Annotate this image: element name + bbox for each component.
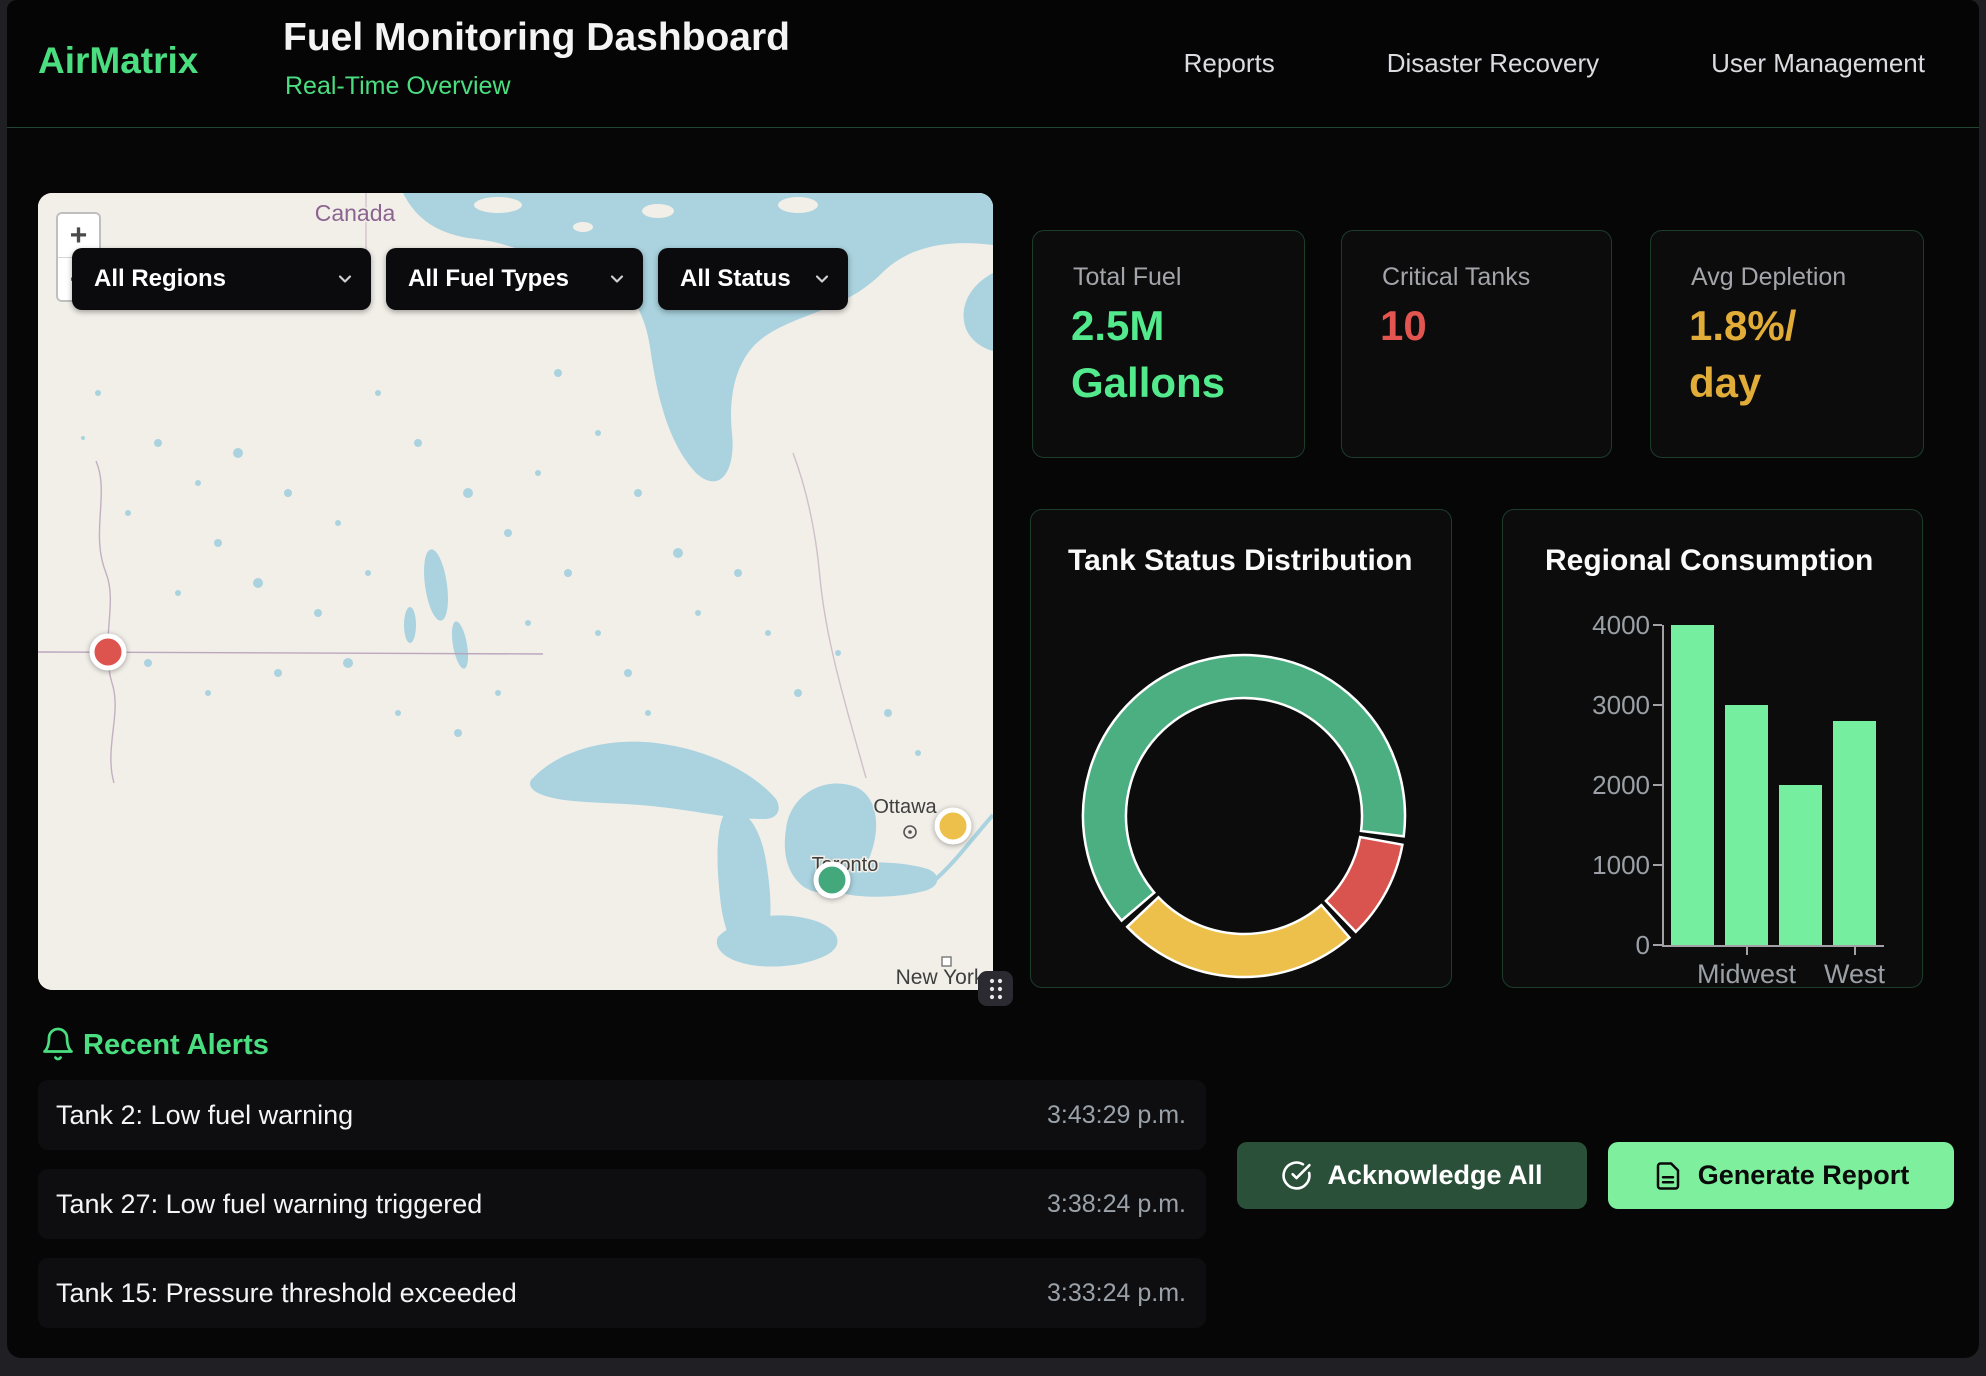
y-tick-mark [1653,864,1662,866]
recent-alerts-title: Recent Alerts [83,1029,269,1062]
stat-value: 2.5MGallons [1071,297,1225,411]
alert-text: Tank 15: Pressure threshold exceeded [56,1278,517,1309]
alert-timestamp: 3:38:24 p.m. [1047,1190,1186,1219]
x-tick-label: West [1785,959,1925,990]
tank-marker-warning[interactable] [937,810,969,842]
alert-text: Tank 2: Low fuel warning [56,1100,353,1131]
brand-logo: AirMatrix [38,40,198,82]
map-label-ottawa: Ottawa [873,796,937,818]
resize-grip-handle[interactable] [978,971,1013,1006]
map-town-symbol-new-york [942,957,951,966]
regional-consumption-card: Regional Consumption 01000200030004000Mi… [1502,509,1923,988]
check-circle-icon [1281,1160,1312,1191]
y-tick-mark [1653,624,1662,626]
map-filters: All Regions All Fuel Types All Status [72,248,848,310]
x-tick-mark [1746,947,1748,955]
alert-row[interactable]: Tank 15: Pressure threshold exceeded 3:3… [38,1258,1206,1328]
acknowledge-all-button[interactable]: Acknowledge All [1237,1142,1587,1209]
chevron-down-icon [812,269,832,289]
alert-timestamp: 3:33:24 p.m. [1047,1279,1186,1308]
stat-label: Total Fuel [1073,263,1181,292]
bar-series-1 [1671,625,1714,945]
y-tick-label: 2000 [1554,770,1650,801]
tank-marker-normal[interactable] [816,864,848,896]
alert-timestamp: 3:43:29 p.m. [1047,1101,1186,1130]
fuel-type-filter-value: All Fuel Types [408,265,569,293]
nav-user-management[interactable]: User Management [1711,48,1925,79]
bar-Midwest [1725,705,1768,945]
stat-card-avg-depletion: Avg Depletion 1.8%/day [1650,230,1924,458]
bar-West [1833,721,1876,945]
donut-segment-warning [1127,897,1349,977]
alert-row[interactable]: Tank 27: Low fuel warning triggered 3:38… [38,1169,1206,1239]
generate-report-label: Generate Report [1698,1160,1910,1191]
stat-value: 10 [1380,297,1427,354]
alert-text: Tank 27: Low fuel warning triggered [56,1189,482,1220]
chevron-down-icon [607,269,627,289]
bar-series-3 [1779,785,1822,945]
nav-disaster-recovery[interactable]: Disaster Recovery [1387,48,1599,79]
file-text-icon [1653,1161,1683,1191]
y-tick-label: 1000 [1554,850,1650,881]
x-tick-mark [1854,947,1856,955]
alert-row[interactable]: Tank 2: Low fuel warning 3:43:29 p.m. [38,1080,1206,1150]
map-label-country: Canada [315,200,396,226]
map-canvas: Canada Ottawa Toronto New York [38,193,993,990]
stat-card-critical-tanks: Critical Tanks 10 [1341,230,1612,458]
generate-report-button[interactable]: Generate Report [1608,1142,1954,1209]
y-tick-label: 3000 [1554,690,1650,721]
stat-value: 1.8%/day [1689,297,1796,411]
grip-dots-icon [986,976,1006,1002]
stat-label: Critical Tanks [1382,263,1530,292]
y-tick-mark [1653,704,1662,706]
header: AirMatrix Fuel Monitoring Dashboard Real… [7,0,1979,128]
region-filter-value: All Regions [94,265,226,293]
acknowledge-all-label: Acknowledge All [1327,1160,1542,1191]
y-axis-line [1662,625,1664,947]
map-label-new-york: New York [896,966,985,989]
map-island [474,197,522,213]
y-tick-label: 4000 [1554,610,1650,641]
tank-status-donut-chart [1031,510,1453,989]
tank-marker-critical[interactable] [92,636,124,668]
map-panel[interactable]: Canada Ottawa Toronto New York + − All R… [38,193,993,990]
y-tick-label: 0 [1554,930,1650,961]
bell-icon [40,1026,76,1062]
map-island [778,197,818,213]
stat-label: Avg Depletion [1691,263,1846,292]
nav-reports[interactable]: Reports [1184,48,1275,79]
map-island [573,222,593,232]
page-subtitle: Real-Time Overview [285,72,511,101]
donut-segment-critical [1326,837,1403,932]
y-tick-mark [1653,944,1662,946]
x-axis-line [1662,945,1884,947]
chevron-down-icon [335,269,355,289]
dashboard-window: AirMatrix Fuel Monitoring Dashboard Real… [7,0,1979,1358]
page-title: Fuel Monitoring Dashboard [283,16,790,60]
stat-card-total-fuel: Total Fuel 2.5MGallons [1032,230,1305,458]
fuel-type-filter-dropdown[interactable]: All Fuel Types [386,248,643,310]
tank-status-card: Tank Status Distribution [1030,509,1452,988]
status-filter-dropdown[interactable]: All Status [658,248,848,310]
y-tick-mark [1653,784,1662,786]
main-nav: Reports Disaster Recovery User Managemen… [1184,0,1925,127]
regional-consumption-bar-chart: 01000200030004000MidwestWest [1503,510,1924,989]
map-lake [404,607,416,643]
region-filter-dropdown[interactable]: All Regions [72,248,371,310]
status-filter-value: All Status [680,265,791,293]
map-island [642,204,674,218]
